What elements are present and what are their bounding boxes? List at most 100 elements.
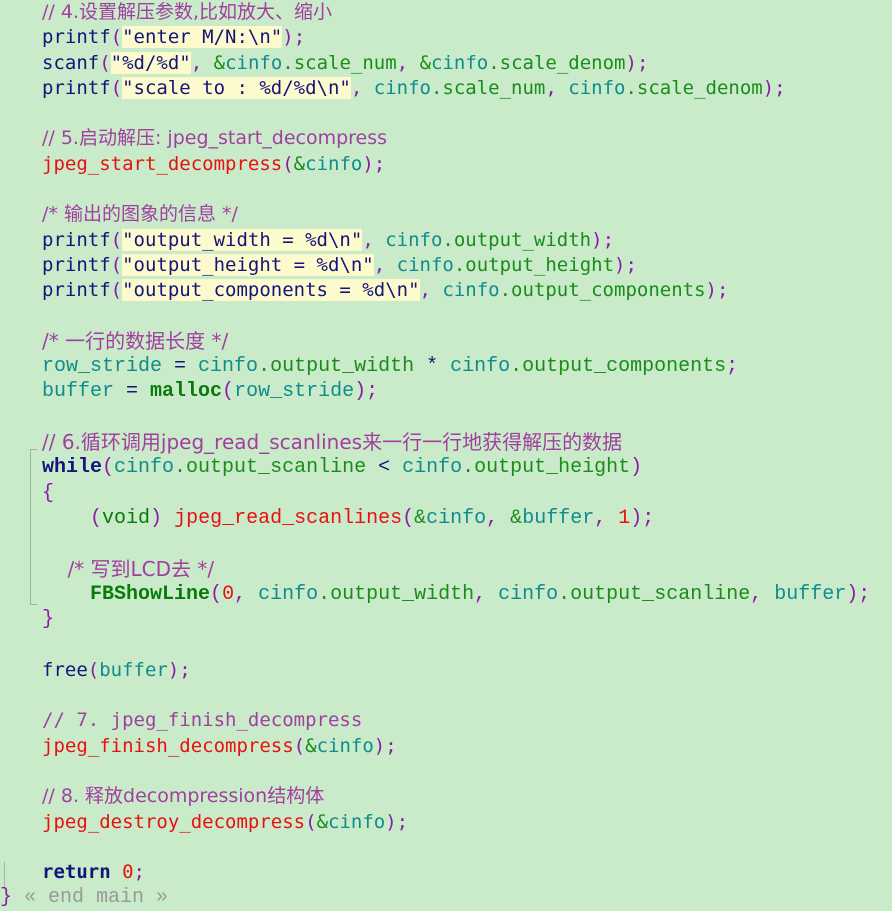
code-line-35[interactable]: return 0;: [0, 860, 892, 885]
struct-member: .output_width: [258, 355, 415, 379]
code-line-25[interactable]: }: [0, 607, 892, 632]
function-name: printf: [42, 279, 111, 302]
paren-open: (: [87, 658, 100, 681]
builtin-malloc: malloc: [150, 380, 223, 404]
code-line-34-blank[interactable]: [0, 835, 892, 860]
code-line-3[interactable]: scanf("%d/%d", &cinfo.scale_num, &cinfo.…: [0, 51, 892, 76]
code-line-4[interactable]: printf("scale to : %d/%d\n", cinfo.scale…: [0, 76, 892, 101]
number-literal: 0: [122, 861, 134, 884]
paren-open: (: [222, 380, 235, 404]
library-call: jpeg_read_scanlines: [174, 506, 403, 530]
paren-open: (: [293, 734, 306, 757]
struct-member: .scale_num: [430, 76, 546, 99]
struct-member: .output_height: [462, 456, 631, 480]
brace-close: }: [42, 608, 55, 632]
paren-open: (: [110, 279, 123, 302]
code-line-21[interactable]: (void) jpeg_read_scanlines(&cinfo, &buff…: [0, 506, 892, 531]
code-line-17-blank[interactable]: [0, 405, 892, 430]
code-line-13-blank[interactable]: [0, 304, 892, 329]
variable-cinfo: cinfo: [450, 355, 511, 379]
code-line-10[interactable]: printf("output_width = %d\n", cinfo.outp…: [0, 228, 892, 253]
paren-close-semicolon: );: [762, 76, 786, 99]
code-line-9[interactable]: /* 输出的图象的信息 */: [0, 202, 892, 227]
variable-cinfo: cinfo: [362, 76, 431, 99]
code-line-2[interactable]: printf("enter M/N:\n");: [0, 25, 892, 50]
code-line-31-blank[interactable]: [0, 759, 892, 784]
struct-member: .scale_num: [282, 51, 397, 74]
comma: ,: [419, 279, 431, 302]
comma: ,: [594, 506, 607, 530]
code-line-24[interactable]: FBShowLine(0, cinfo.output_width, cinfo.…: [0, 582, 892, 607]
variable-cinfo: cinfo: [556, 76, 626, 99]
code-line-14[interactable]: /* 一行的数据长度 */: [0, 329, 892, 354]
variable-cinfo: cinfo: [402, 456, 463, 480]
code-line-7[interactable]: jpeg_start_decompress(&cinfo);: [0, 152, 892, 177]
code-lines-container: // 4.设置解压参数,比如放大、缩小 printf("enter M/N:\n…: [0, 0, 892, 911]
function-name: printf: [42, 253, 111, 276]
variable-cinfo: cinfo: [305, 152, 363, 175]
comma: ,: [396, 51, 409, 74]
code-line-12[interactable]: printf("output_components = %d\n", cinfo…: [0, 278, 892, 303]
variable-row-stride: row_stride: [42, 355, 163, 379]
code-line-29[interactable]: // 7. jpeg_finish_decompress: [0, 708, 892, 733]
paren-close-semicolon: );: [167, 658, 191, 681]
paren-close-semicolon: );: [282, 26, 306, 49]
function-fbshowline: FBShowLine: [90, 582, 211, 606]
address-of-operator: &: [408, 51, 432, 74]
paren-close-semicolon: );: [625, 51, 649, 74]
variable-cinfo: cinfo: [316, 734, 374, 757]
brace-close-main: }: [0, 886, 13, 910]
variable-cinfo: cinfo: [328, 810, 386, 833]
struct-member: .output_width: [442, 228, 592, 251]
comment-token: // 5.启动解压: jpeg_start_decompress: [42, 127, 388, 150]
code-line-23[interactable]: /* 写到LCD去 */: [0, 557, 892, 582]
variable-cinfo: cinfo: [114, 456, 175, 480]
struct-member: .output_scanline: [558, 582, 751, 606]
code-line-28-blank[interactable]: [0, 683, 892, 708]
code-line-1[interactable]: // 4.设置解压参数,比如放大、缩小: [0, 0, 892, 25]
code-line-26-blank[interactable]: [0, 632, 892, 657]
code-line-22-blank[interactable]: [0, 531, 892, 556]
paren-close-semicolon: );: [591, 228, 615, 251]
code-line-5-blank[interactable]: [0, 101, 892, 126]
paren-open: (: [99, 51, 111, 74]
function-name: printf: [42, 26, 111, 49]
comma: ,: [474, 582, 487, 606]
code-line-32[interactable]: // 8. 释放decompression结构体: [0, 784, 892, 809]
code-line-18[interactable]: // 6.循环调用jpeg_read_scanlines来一行一行地获得解压的数…: [0, 430, 892, 455]
code-line-16[interactable]: buffer = malloc(row_stride);: [0, 379, 892, 404]
code-line-33[interactable]: jpeg_destroy_decompress(&cinfo);: [0, 810, 892, 835]
paren-open: (: [110, 76, 123, 99]
string-literal: "%d/%d": [110, 51, 191, 74]
code-line-11[interactable]: printf("output_height = %d\n", cinfo.out…: [0, 253, 892, 278]
code-line-27[interactable]: free(buffer);: [0, 658, 892, 683]
string-literal: "output_height = %d\n": [122, 253, 374, 276]
variable-cinfo: cinfo: [246, 582, 319, 606]
code-editor-viewport[interactable]: // 4.设置解压参数,比如放大、缩小 printf("enter M/N:\n…: [0, 0, 892, 909]
struct-member: .output_components: [499, 279, 706, 302]
paren-close: ): [630, 456, 643, 480]
function-name: scanf: [42, 51, 100, 74]
code-line-36[interactable]: } « end main »: [0, 885, 892, 910]
code-line-8-blank[interactable]: [0, 177, 892, 202]
comment-token: // 4.设置解压参数,比如放大、缩小: [42, 1, 333, 23]
comma: ,: [350, 76, 363, 99]
code-line-20[interactable]: {: [0, 481, 892, 506]
address-of-operator: &: [414, 506, 427, 530]
paren-close-semicolon: );: [846, 582, 871, 606]
struct-member: .output_width: [318, 582, 475, 606]
code-line-15[interactable]: row_stride = cinfo.output_width * cinfo.…: [0, 354, 892, 379]
paren-open: (: [110, 253, 123, 276]
paren-open: (: [305, 810, 317, 833]
paren-open: (: [282, 152, 294, 175]
comma: ,: [190, 51, 203, 74]
variable-buffer: buffer: [762, 582, 847, 606]
comma: ,: [362, 228, 374, 251]
code-line-19[interactable]: while(cinfo.output_scanline < cinfo.outp…: [0, 455, 892, 480]
library-call: jpeg_start_decompress: [42, 152, 283, 175]
comment-token: /* 输出的图象的信息 */: [42, 203, 238, 226]
code-line-6[interactable]: // 5.启动解压: jpeg_start_decompress: [0, 126, 892, 151]
function-name: free: [42, 658, 88, 681]
code-line-30[interactable]: jpeg_finish_decompress(&cinfo);: [0, 734, 892, 759]
string-literal: "output_width = %d\n": [122, 228, 363, 251]
